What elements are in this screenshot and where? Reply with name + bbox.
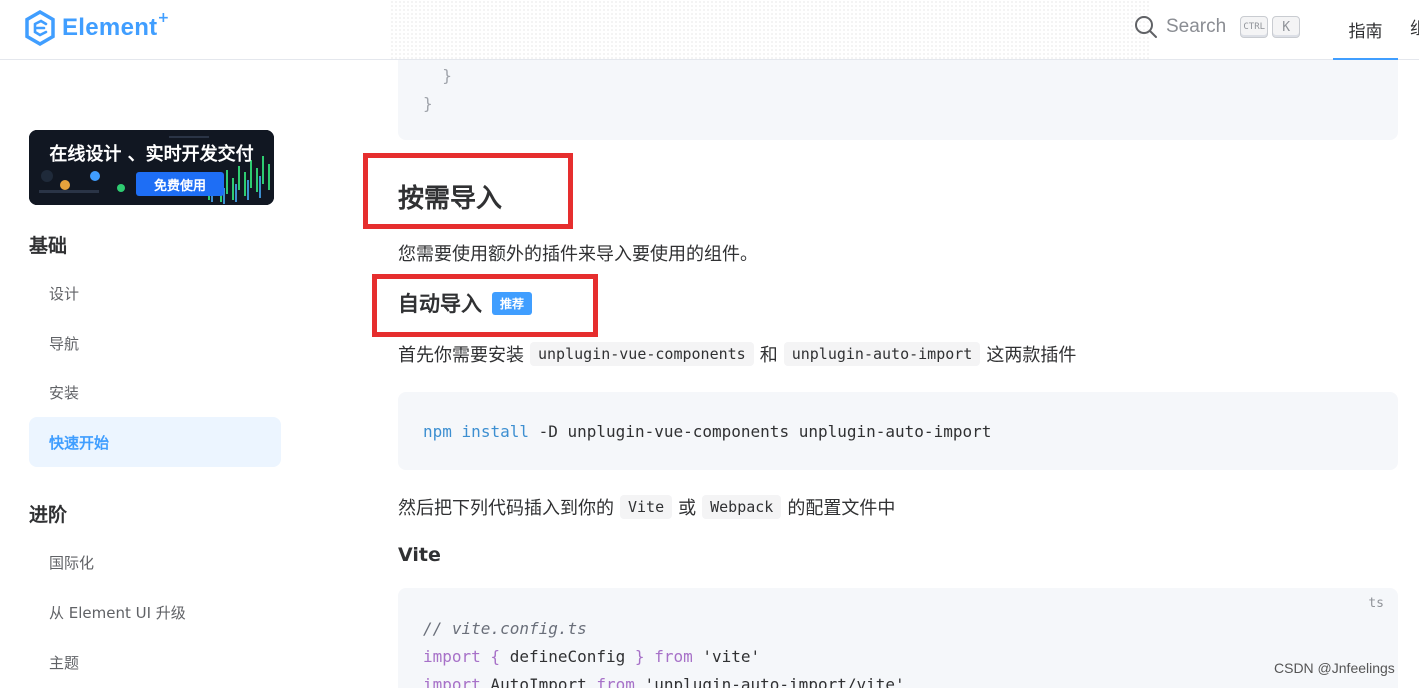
sidebar-section-basics: 基础 xyxy=(29,235,68,257)
top-header: Element + Search CTRL K 指南 组 xyxy=(0,0,1419,60)
search-label: Search xyxy=(1166,16,1227,37)
sidebar-item-design[interactable]: 设计 xyxy=(29,268,281,318)
kbd-k: K xyxy=(1272,16,1301,38)
token: 'unplugin-auto-import/vite' xyxy=(634,675,905,688)
element-hex-icon xyxy=(25,10,55,46)
code-block-vite: ts // vite.config.ts import { defineConf… xyxy=(398,588,1398,688)
paragraph-config: 然后把下列代码插入到你的 Vite 或 Webpack 的配置文件中 xyxy=(398,494,895,520)
paragraph-plugins: 您需要使用额外的插件来导入要使用的组件。 xyxy=(398,244,758,265)
heading-vite: Vite xyxy=(398,544,441,566)
nav-guide[interactable]: 指南 xyxy=(1333,0,1398,60)
sidebar-item-quickstart[interactable]: 快速开始 xyxy=(29,417,281,467)
inline-code-pkg1: unplugin-vue-components xyxy=(530,342,754,366)
token: 'vite' xyxy=(692,647,761,666)
code-line: } xyxy=(423,94,433,113)
token: from xyxy=(596,675,635,688)
banner-title: 在线设计 、实时开发交付 xyxy=(49,144,254,165)
highlight-box xyxy=(372,274,598,337)
inline-code-pkg2: unplugin-auto-import xyxy=(783,342,981,366)
text-span: 首先你需要安装 xyxy=(398,345,524,366)
code-line: import { defineConfig } from 'vite' xyxy=(423,647,760,666)
csdn-watermark: CSDN @Jnfeelings xyxy=(1274,660,1395,676)
token: import xyxy=(423,647,481,666)
code-block-install: npm install -D unplugin-vue-components u… xyxy=(398,392,1398,470)
text-span: 或 xyxy=(678,498,697,519)
sidebar-item-theme[interactable]: 主题 xyxy=(29,637,281,687)
token: AutoImport xyxy=(480,675,597,688)
banner-free-button[interactable]: 免费使用 xyxy=(136,172,224,196)
code-line: } xyxy=(423,66,452,85)
sidebar-item-upgrade[interactable]: 从 Element UI 升级 xyxy=(29,587,281,637)
inline-code-vite: Vite xyxy=(620,495,673,519)
token: } xyxy=(625,647,655,666)
code-line: // vite.config.ts xyxy=(423,619,587,638)
kbd-ctrl: CTRL xyxy=(1240,16,1269,38)
code-line: npm install -D unplugin-vue-components u… xyxy=(423,422,991,441)
token: npm xyxy=(423,422,452,441)
sidebar-item-i18n[interactable]: 国际化 xyxy=(29,537,281,587)
text-span: 然后把下列代码插入到你的 xyxy=(398,498,614,519)
code-line: import AutoImport from 'unplugin-auto-im… xyxy=(423,675,905,688)
paragraph-install: 首先你需要安装 unplugin-vue-components 和 unplug… xyxy=(398,341,1076,367)
nav-component-partial[interactable]: 组 xyxy=(1410,14,1419,39)
token: from xyxy=(654,647,693,666)
code-block-previous: } } xyxy=(398,60,1398,140)
header-texture xyxy=(390,0,1150,59)
text-span: 的配置文件中 xyxy=(787,498,896,519)
inline-code-webpack: Webpack xyxy=(702,495,782,519)
token: { xyxy=(480,647,510,666)
text-span: 这两款插件 xyxy=(986,345,1077,366)
token: -D unplugin-vue-components unplugin-auto… xyxy=(528,422,992,441)
logo-text: Element xyxy=(62,14,158,41)
token: install xyxy=(461,422,529,441)
promo-banner[interactable]: 在线设计 、实时开发交付 免费使用 xyxy=(29,130,274,205)
logo-plus: + xyxy=(157,10,170,26)
sidebar-item-install[interactable]: 安装 xyxy=(29,367,281,417)
sidebar-section-advanced: 进阶 xyxy=(29,504,68,526)
text-span: 和 xyxy=(759,345,778,366)
search-icon xyxy=(1135,16,1157,38)
sidebar-item-navigation[interactable]: 导航 xyxy=(29,318,281,368)
token: import xyxy=(423,675,481,688)
highlight-box xyxy=(363,153,573,229)
element-logo[interactable]: Element + xyxy=(24,8,169,48)
search-button[interactable]: Search CTRL K xyxy=(1134,12,1301,42)
code-lang-label: ts xyxy=(1368,596,1384,611)
token: defineConfig xyxy=(509,647,626,666)
